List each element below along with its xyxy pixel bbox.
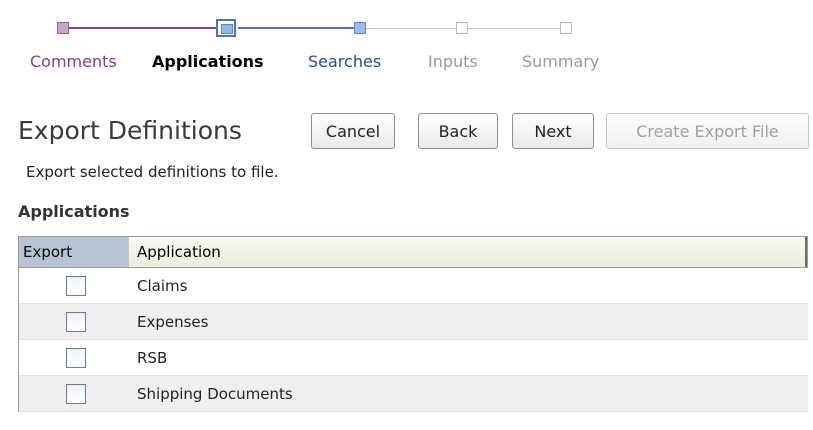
create-export-file-button: Create Export File	[606, 113, 809, 149]
export-checkbox[interactable]	[66, 383, 86, 404]
section-title: Applications	[18, 202, 130, 221]
page-title: Export Definitions	[18, 116, 242, 145]
export-cell	[19, 304, 129, 339]
step-inputs-label: Inputs	[428, 52, 478, 71]
export-cell	[19, 376, 129, 411]
cancel-button[interactable]: Cancel	[311, 113, 395, 149]
train-connector	[68, 27, 220, 29]
table-row[interactable]: Claims	[19, 268, 808, 304]
step-inputs-stop	[456, 22, 468, 34]
applications-table: Export Application Claims Expenses RSB S…	[18, 236, 808, 412]
export-cell	[19, 340, 129, 375]
step-comments-stop[interactable]	[57, 22, 69, 34]
export-checkbox[interactable]	[66, 275, 86, 296]
wizard-train: Comments Applications Searches Inputs Su…	[0, 0, 813, 90]
table-row[interactable]: Shipping Documents	[19, 376, 808, 412]
instruction-text: Export selected definitions to file.	[26, 163, 279, 181]
train-connector	[238, 27, 354, 29]
table-row[interactable]: Expenses	[19, 304, 808, 340]
export-checkbox[interactable]	[66, 311, 86, 332]
step-summary-stop	[560, 22, 572, 34]
export-checkbox[interactable]	[66, 347, 86, 368]
table-header: Export Application	[19, 236, 808, 268]
train-connector	[366, 28, 456, 29]
back-button[interactable]: Back	[418, 113, 498, 149]
column-header-export[interactable]: Export	[19, 237, 129, 267]
step-searches-stop[interactable]	[354, 22, 366, 34]
application-name: Expenses	[137, 312, 209, 331]
application-name: RSB	[137, 348, 168, 367]
column-header-application[interactable]: Application	[129, 237, 807, 267]
next-button[interactable]: Next	[512, 113, 594, 149]
step-searches-label[interactable]: Searches	[308, 52, 381, 71]
step-comments-label[interactable]: Comments	[30, 52, 117, 71]
export-cell	[19, 268, 129, 303]
table-row[interactable]: RSB	[19, 340, 808, 376]
application-name: Claims	[137, 276, 188, 295]
step-applications-label: Applications	[152, 52, 264, 71]
train-connector	[468, 28, 560, 29]
step-summary-label: Summary	[522, 52, 600, 71]
application-name: Shipping Documents	[137, 384, 293, 403]
step-applications-stop	[216, 19, 236, 37]
